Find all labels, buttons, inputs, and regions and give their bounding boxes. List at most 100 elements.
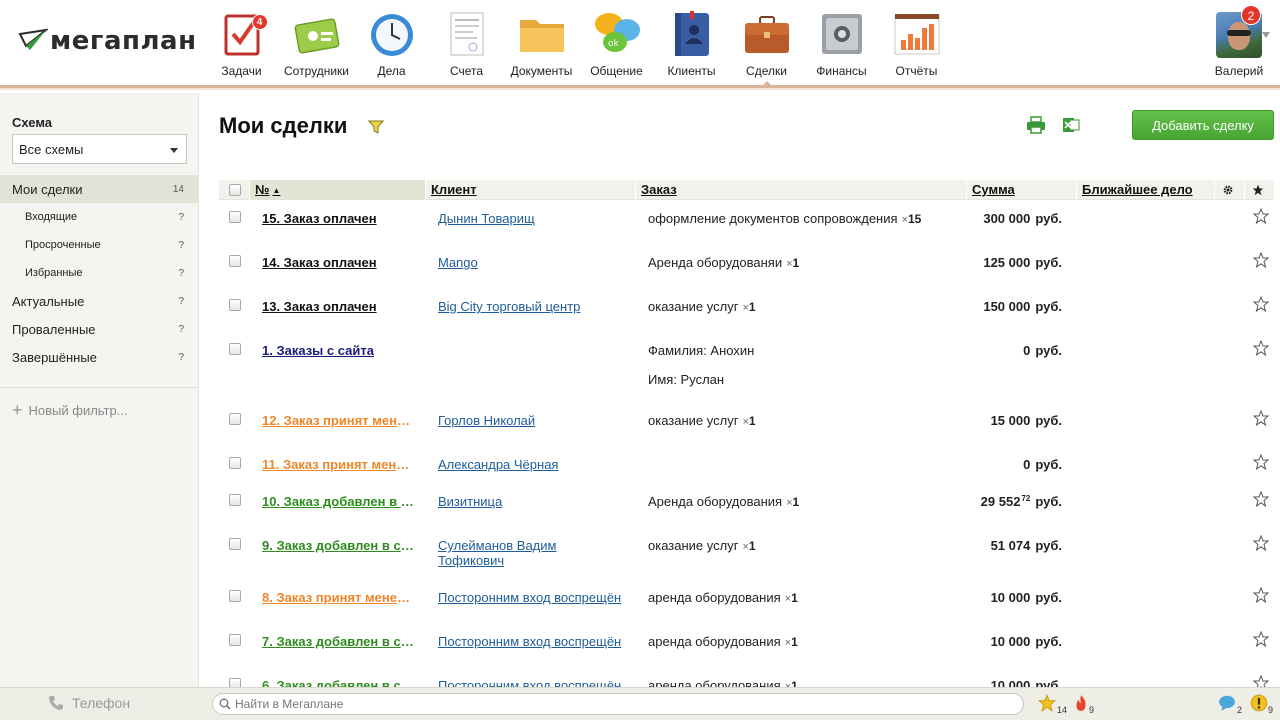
sidebar-item-label: Просроченные	[25, 239, 101, 251]
sidebar: Схема Все схемы Мои сделки 14 Входящие ?…	[0, 93, 199, 687]
column-next-task[interactable]: Ближайшее дело	[1076, 180, 1214, 200]
star-icon[interactable]	[1253, 535, 1269, 551]
star-icon[interactable]	[1253, 208, 1269, 224]
new-filter-label: Новый фильтр...	[28, 402, 128, 418]
excel-export-icon[interactable]	[1062, 116, 1080, 134]
currency: руб.	[1035, 538, 1062, 553]
module-invoices[interactable]: Счета	[429, 8, 504, 78]
star-icon[interactable]	[1253, 675, 1269, 687]
deal-link[interactable]: 9. Заказ добавлен в систему	[262, 538, 414, 553]
row-checkbox[interactable]	[229, 299, 241, 311]
star-icon[interactable]	[1253, 252, 1269, 268]
row-checkbox[interactable]	[229, 678, 241, 687]
client-link[interactable]: Сулейманов Вадим Тофикович	[438, 538, 588, 568]
filter-icon[interactable]	[368, 119, 384, 135]
star-icon[interactable]	[1253, 410, 1269, 426]
sidebar-item-incoming[interactable]: Входящие ?	[0, 203, 198, 231]
star-filled-icon[interactable]	[1038, 694, 1056, 712]
deal-link[interactable]: 6. Заказ добавлен в систему	[262, 678, 414, 687]
sidebar-item-actual[interactable]: Актуальные ?	[0, 287, 198, 315]
deal-link[interactable]: 8. Заказ принят менеджером	[262, 590, 414, 605]
select-all-checkbox[interactable]	[229, 184, 241, 196]
deal-link[interactable]: 10. Заказ добавлен в систему	[262, 494, 414, 509]
deal-link[interactable]: 12. Заказ принят менеджером	[262, 413, 414, 428]
client-link[interactable]: Mango	[438, 255, 628, 270]
client-link[interactable]: Визитница	[438, 494, 628, 509]
module-deals[interactable]: Сделки	[729, 8, 804, 88]
deal-link[interactable]: 11. Заказ принят менеджером	[262, 457, 414, 472]
new-filter-button[interactable]: + Новый фильтр...	[0, 400, 198, 420]
star-icon[interactable]	[1253, 631, 1269, 647]
row-checkbox[interactable]	[229, 211, 241, 223]
column-sum[interactable]: Сумма	[966, 180, 1076, 200]
module-reports[interactable]: Отчёты	[879, 8, 954, 78]
print-icon[interactable]	[1026, 116, 1046, 134]
sidebar-item-label: Избранные	[25, 267, 83, 279]
sidebar-item-overdue[interactable]: Просроченные ?	[0, 231, 198, 259]
star-icon[interactable]	[1253, 296, 1269, 312]
logo[interactable]: мегаплан	[18, 26, 197, 56]
currency: руб.	[1035, 255, 1062, 270]
chat-bubble-icon[interactable]	[1218, 694, 1236, 712]
module-communication[interactable]: ok Общение	[579, 8, 654, 78]
search-input[interactable]	[212, 693, 1024, 715]
column-order[interactable]: Заказ	[635, 180, 966, 200]
chevron-down-icon	[170, 148, 178, 153]
sidebar-item-favorites[interactable]: Избранные ?	[0, 259, 198, 287]
tasks-badge: 4	[251, 14, 268, 30]
row-checkbox[interactable]	[229, 343, 241, 355]
sidebar-item-completed[interactable]: Завершённые ?	[0, 343, 198, 371]
row-checkbox[interactable]	[229, 634, 241, 646]
deal-link[interactable]: 1. Заказы с сайта	[262, 343, 414, 358]
deal-link[interactable]: 15. Заказ оплачен	[262, 211, 414, 226]
add-deal-button[interactable]: Добавить сделку	[1132, 110, 1274, 140]
client-link[interactable]: Посторонним вход воспрещён	[438, 634, 628, 649]
table-row: 15. Заказ оплачен Дынин Товарищ оформлен…	[219, 200, 1274, 244]
sidebar-item-my-deals[interactable]: Мои сделки 14	[0, 175, 198, 203]
star-icon[interactable]	[1253, 454, 1269, 470]
column-settings[interactable]	[1214, 180, 1244, 200]
sidebar-item-label: Актуальные	[12, 293, 85, 309]
row-checkbox[interactable]	[229, 494, 241, 506]
warning-icon[interactable]	[1250, 694, 1268, 712]
row-checkbox[interactable]	[229, 590, 241, 602]
module-tasks[interactable]: 4 Задачи	[204, 8, 279, 78]
row-checkbox[interactable]	[229, 413, 241, 425]
module-employees[interactable]: Сотрудники	[279, 8, 354, 78]
module-documents[interactable]: Документы	[504, 8, 579, 78]
table-header: № ▲ Клиент Заказ Сумма Ближайшее дело	[219, 180, 1274, 200]
module-affairs[interactable]: Дела	[354, 8, 429, 78]
order-qty-value: 1	[748, 414, 756, 428]
client-link[interactable]: Посторонним вход воспрещён	[438, 678, 628, 687]
column-number[interactable]: № ▲	[249, 180, 425, 200]
schema-select[interactable]: Все схемы	[12, 134, 187, 164]
column-client[interactable]: Клиент	[425, 180, 635, 200]
module-clients[interactable]: Клиенты	[654, 8, 729, 78]
sidebar-item-label: Проваленные	[12, 321, 96, 337]
deal-link[interactable]: 13. Заказ оплачен	[262, 299, 414, 314]
user-menu[interactable]: 2 Валерий	[1204, 5, 1274, 78]
client-link[interactable]: Горлов Николай	[438, 413, 628, 428]
fire-icon[interactable]	[1072, 694, 1090, 712]
row-checkbox[interactable]	[229, 457, 241, 469]
client-link[interactable]: Дынин Товарищ	[438, 211, 628, 226]
sidebar-item-failed[interactable]: Проваленные ?	[0, 315, 198, 343]
module-label: Дела	[377, 64, 406, 78]
client-link[interactable]: Посторонним вход воспрещён	[438, 590, 628, 605]
employees-icon	[293, 10, 341, 58]
sum-value: 0	[1023, 457, 1031, 472]
row-checkbox[interactable]	[229, 538, 241, 550]
phone-button[interactable]: Телефон	[48, 695, 130, 711]
module-finance[interactable]: Финансы	[804, 8, 879, 78]
client-link[interactable]: Александра Чёрная	[438, 457, 628, 472]
star-icon[interactable]	[1253, 491, 1269, 507]
deal-link[interactable]: 14. Заказ оплачен	[262, 255, 414, 270]
client-link[interactable]: Big City торговый центр	[438, 299, 628, 314]
chevron-down-icon[interactable]	[1262, 32, 1270, 38]
star-icon[interactable]	[1253, 340, 1269, 356]
column-favorite[interactable]	[1244, 180, 1274, 200]
user-notification-badge: 2	[1241, 5, 1261, 25]
row-checkbox[interactable]	[229, 255, 241, 267]
deal-link[interactable]: 7. Заказ добавлен в систему	[262, 634, 414, 649]
star-icon[interactable]	[1253, 587, 1269, 603]
